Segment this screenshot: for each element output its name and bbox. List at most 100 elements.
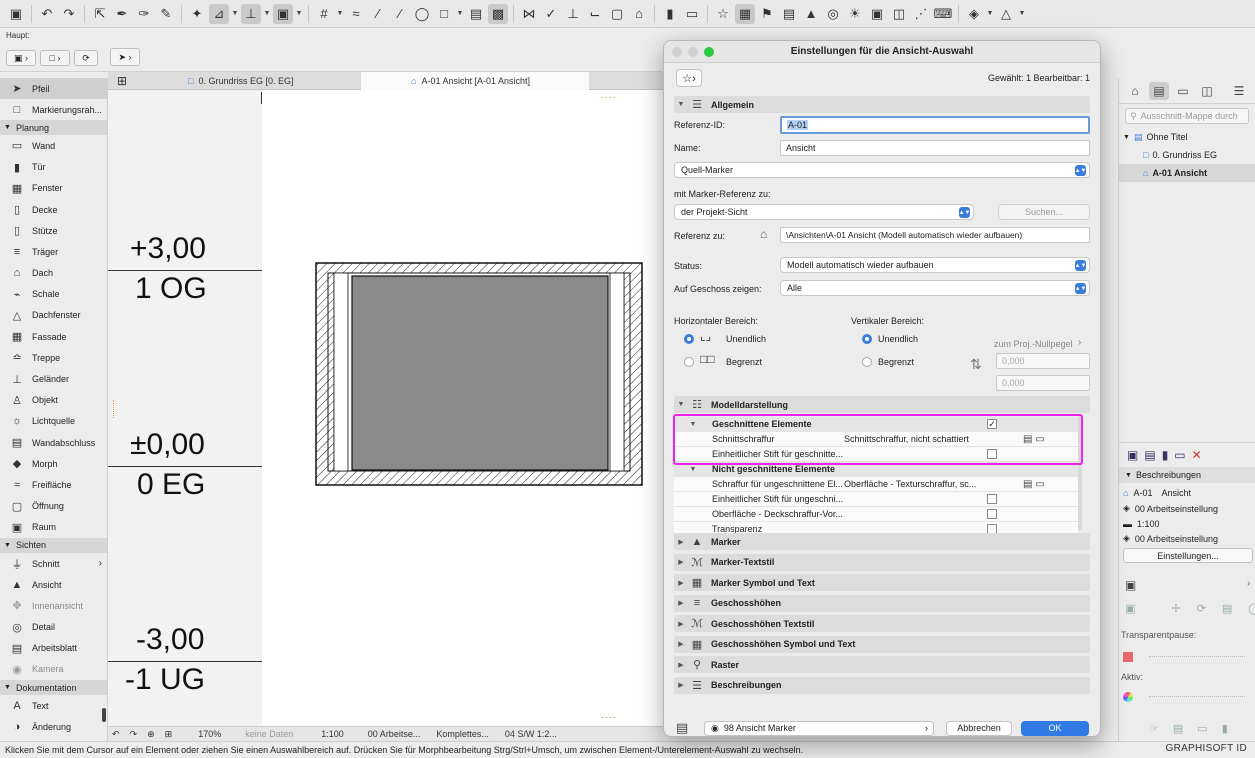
overlay-icon[interactable]: ☞ <box>1149 722 1159 735</box>
toolbox-group-sichten[interactable]: ▼ Sichten <box>0 537 107 553</box>
eyedropper-icon[interactable]: ✒ <box>112 4 132 24</box>
zoom-in-icon[interactable]: ⊕ <box>147 729 155 740</box>
tool-camera[interactable]: ◉ Kamera <box>0 659 107 680</box>
marquee-mode-icon[interactable]: □ › <box>40 50 70 66</box>
status-select[interactable]: Modell automatisch wieder aufbauen ▲▼ <box>780 257 1090 273</box>
pick-up-icon[interactable]: ⇱ <box>90 4 110 24</box>
transparency-slider[interactable] <box>1149 656 1245 658</box>
layer-select[interactable]: ◉ 98 Ansicht Marker › <box>704 720 934 736</box>
renovation-icon[interactable]: ▤ <box>779 4 799 24</box>
chevron-down-icon[interactable]: ▼ <box>1018 10 1026 17</box>
tool-arrow[interactable]: ➤ Pfeil <box>0 78 107 100</box>
section-geschosshöhen-symbol-und-text[interactable]: ▶ ▦ Geschosshöhen Symbol und Text <box>674 635 1090 653</box>
table-row[interactable]: Schraffur für ungeschnittene El... Oberfl… <box>674 477 1078 492</box>
picture-icon[interactable]: ▣ <box>867 4 887 24</box>
row-checkbox[interactable] <box>987 494 997 504</box>
beschreibungen-header[interactable]: ▼ Beschreibungen <box>1119 467 1255 483</box>
organizer-chevron-icon[interactable]: › <box>1247 578 1250 589</box>
scale-value[interactable]: 1:100 <box>321 729 344 739</box>
tool-opening[interactable]: ▢ Öffnung <box>0 496 107 517</box>
render-icon[interactable]: ☀ <box>845 4 865 24</box>
left-resize-handle[interactable] <box>113 400 116 418</box>
tool-section[interactable]: ⏚ Schnitt › <box>0 553 107 574</box>
redo-zoom-icon[interactable]: ↷ <box>130 729 138 740</box>
trace-icon[interactable]: ✦ <box>187 4 207 24</box>
view-map-icon[interactable]: ▤ <box>1149 81 1169 100</box>
tool-mesh[interactable]: ≈ Freifläche <box>0 474 107 495</box>
zoom-level[interactable]: 170% <box>198 729 221 739</box>
section-geschosshöhen-textstil[interactable]: ▶ ℳ Geschosshöhen Textstil <box>674 615 1090 632</box>
brand-label[interactable]: GRAPHISOFT ID <box>1165 743 1247 754</box>
drawing-canvas[interactable]: ---- ---- +3,00 1 OG ±0,00 0 EG -3,00 -1… <box>108 90 663 726</box>
undo-zoom-icon[interactable]: ↶ <box>112 729 120 740</box>
flag-icon[interactable]: ⚑ <box>757 4 777 24</box>
tool-interior-elevation[interactable]: ✥ Innenansicht <box>0 595 107 616</box>
chevron-right-icon[interactable]: › <box>1078 337 1081 348</box>
library-icon[interactable]: ◫ <box>889 4 909 24</box>
move-ref-icon[interactable]: ✛ <box>1171 602 1180 615</box>
new-folder-icon[interactable]: ▤ <box>1144 448 1155 462</box>
dialog-titlebar[interactable]: Einstellungen für die Ansicht-Auswahl <box>664 41 1100 63</box>
tool-door[interactable]: ▮ Tür <box>0 157 107 178</box>
new-view-icon[interactable]: ▣ <box>1127 448 1138 462</box>
color-wheel-icon[interactable] <box>1123 692 1133 702</box>
vert-top-field[interactable]: 0,000 <box>996 353 1090 369</box>
ok-button[interactable]: OK <box>1021 720 1089 736</box>
tab-grundriss[interactable]: □ 0. Grundriss EG [0. EG] <box>188 72 368 90</box>
morph-edit-icon[interactable]: ⟳ <box>74 50 98 66</box>
globe-icon[interactable]: ◎ <box>823 4 843 24</box>
chevron-down-icon[interactable]: ▼ <box>456 10 464 17</box>
quell-marker-select[interactable]: Quell-Marker ▲▼ <box>674 162 1090 178</box>
tool-zone[interactable]: ▣ Raum <box>0 517 107 538</box>
mirror-icon[interactable]: ⋈ <box>519 4 539 24</box>
adjust-icon[interactable]: ∕ <box>368 4 388 24</box>
horiz-unendlich-radio[interactable] <box>684 334 694 344</box>
tree-item-grundriss[interactable]: □ 0. Grundriss EG <box>1119 146 1255 164</box>
tool-elevation[interactable]: ▲ Ansicht <box>0 574 107 595</box>
tool-wall-end[interactable]: ▤ Wandabschluss <box>0 432 107 453</box>
tool-detail[interactable]: ◎ Detail <box>0 617 107 638</box>
layers-icon[interactable]: ▤ <box>466 4 486 24</box>
save-icon[interactable]: ▣ <box>6 4 26 24</box>
tool-change[interactable]: ◑ Änderung <box>0 716 107 737</box>
suchen-button[interactable]: Suchen... <box>998 204 1090 220</box>
overlay3-icon[interactable]: ▭ <box>1197 722 1207 735</box>
section-marker[interactable]: ▶ ▲ Marker <box>674 533 1090 550</box>
tab-overview-icon[interactable]: ⊞ <box>112 72 132 90</box>
toolbox-group-planung[interactable]: ▼ Planung <box>0 120 107 136</box>
tool-wall[interactable]: ▭ Wand <box>0 135 107 156</box>
trim-icon[interactable]: ≈ <box>346 4 366 24</box>
tool-lamp[interactable]: ☼ Lichtquelle <box>0 411 107 432</box>
tool-shell[interactable]: ⌁ Schale <box>0 284 107 305</box>
tool-morph[interactable]: ◆ Morph <box>0 453 107 474</box>
vert-begrenzt-radio[interactable] <box>862 357 872 367</box>
overlay4-icon[interactable]: ▮ <box>1222 722 1228 735</box>
section-marker-textstil[interactable]: ▶ ℳ Marker-Textstil <box>674 553 1090 571</box>
trace-icon[interactable]: ▣ <box>1125 602 1135 615</box>
tool-column[interactable]: ▯ Stütze <box>0 220 107 241</box>
minimize-button[interactable] <box>688 47 698 57</box>
drag-handle-bottom[interactable]: ---- <box>601 712 617 722</box>
model-view[interactable]: Komplettes... <box>436 729 489 739</box>
aktiv-slider[interactable] <box>1149 696 1245 698</box>
rotate-ref-icon[interactable]: ⟳ <box>1197 602 1206 615</box>
toolbox-scrollbar[interactable] <box>102 708 106 722</box>
elevation-drawing[interactable] <box>313 260 643 488</box>
zoom-button[interactable] <box>704 47 714 57</box>
layer-combo[interactable]: 00 Arbeitse... <box>368 729 421 739</box>
magic-wand-icon[interactable]: ✎ <box>156 4 176 24</box>
snap-icon[interactable]: ⊥ <box>241 3 261 24</box>
close-button[interactable] <box>672 47 682 57</box>
layer-combo-icon[interactable]: ◈ <box>964 4 984 24</box>
table-row[interactable]: Einheitlicher Stift für ungeschni... <box>674 492 1078 507</box>
delete-icon[interactable]: ✕ <box>1192 448 1202 462</box>
section-raster[interactable]: ▶ ⚲ Raster <box>674 656 1090 673</box>
tool-text[interactable]: A Text <box>0 695 107 716</box>
measure-icon[interactable]: ⋰ <box>911 4 931 24</box>
gravity-icon[interactable]: ▣ <box>273 3 293 24</box>
organizer-icon[interactable]: ▣ <box>1125 578 1136 592</box>
element-select-icon[interactable]: ▣ › <box>6 50 36 66</box>
section-beschreibungen[interactable]: ▶ ☰ Beschreibungen <box>674 676 1090 694</box>
transparency-swatch[interactable] <box>1123 652 1133 662</box>
tab-ansicht[interactable]: ⌂ A-01 Ansicht [A-01 Ansicht] <box>361 72 589 90</box>
